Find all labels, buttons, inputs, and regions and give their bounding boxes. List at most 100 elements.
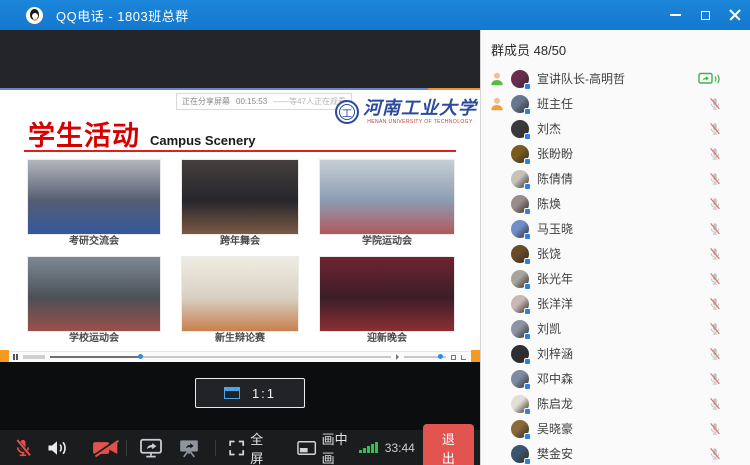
volume-knob[interactable]	[438, 354, 443, 359]
mobile-online-badge	[524, 133, 531, 140]
avatar	[511, 445, 529, 463]
slide-photo: 跨年舞会	[182, 160, 298, 249]
mobile-online-badge	[524, 258, 531, 265]
fullscreen-icon	[228, 439, 245, 457]
photo-grid: 考研交流会 跨年舞会 学院运动会 学校运动会 新生辩论赛 迎新晚会	[28, 160, 454, 346]
role-person-icon	[489, 71, 505, 87]
member-name: 邓中森	[537, 370, 573, 387]
mic-muted-icon[interactable]	[708, 197, 722, 211]
member-row[interactable]: 樊金安	[481, 441, 750, 465]
close-button[interactable]	[720, 0, 750, 30]
screen-sharing-audio-icon	[698, 72, 722, 86]
mic-muted-button[interactable]	[12, 430, 34, 465]
mic-muted-icon[interactable]	[708, 247, 722, 261]
camera-off-button[interactable]	[92, 430, 120, 465]
stage-top-strip	[0, 30, 480, 88]
avatar	[511, 420, 529, 438]
volume-icon[interactable]	[396, 354, 399, 360]
member-row[interactable]: 陈焕	[481, 191, 750, 216]
member-row[interactable]: 邓中森	[481, 366, 750, 391]
mic-muted-icon[interactable]	[708, 147, 722, 161]
window-title: QQ电话 - 1803班总群	[56, 6, 189, 25]
member-row[interactable]: 张盼盼	[481, 141, 750, 166]
window-frame-icon	[224, 387, 240, 399]
seek-bar[interactable]	[50, 356, 392, 358]
signal-bars-icon	[359, 442, 378, 453]
qq-call-window: QQ电话 - 1803班总群 正在分享屏幕 00:15:53 ——等47人正在观…	[0, 0, 750, 465]
whiteboard-icon	[177, 438, 201, 458]
member-row[interactable]: 陈启龙	[481, 391, 750, 416]
member-row[interactable]: 陈倩倩	[481, 166, 750, 191]
member-row[interactable]: 刘梓涵	[481, 341, 750, 366]
mobile-online-badge	[524, 283, 531, 290]
member-row[interactable]: 张光年	[481, 266, 750, 291]
member-row[interactable]: 吴晓豪	[481, 416, 750, 441]
slide-top-border	[0, 88, 480, 90]
member-panel-header: 群成员 48/50	[481, 30, 750, 66]
fullscreen-button[interactable]: 全屏	[228, 430, 275, 465]
mobile-online-badge	[524, 233, 531, 240]
mic-muted-icon[interactable]	[708, 397, 722, 411]
whiteboard-share-button[interactable]	[177, 430, 201, 465]
mobile-online-badge	[524, 358, 531, 365]
slide-title-en: Campus Scenery	[150, 133, 256, 148]
speaker-icon	[46, 438, 68, 458]
maximize-button[interactable]	[690, 0, 720, 30]
member-panel: 群成员 48/50 宣讲队长-高明哲	[480, 30, 750, 465]
player-fullscreen-icon[interactable]	[451, 355, 456, 360]
player-download-icon[interactable]	[461, 355, 466, 360]
mic-muted-icon[interactable]	[708, 122, 722, 136]
member-row[interactable]: 张洋洋	[481, 291, 750, 316]
photo-caption: 迎新晚会	[320, 332, 454, 346]
member-name: 班主任	[537, 95, 573, 112]
speaker-button[interactable]	[46, 430, 68, 465]
photo-caption: 学院运动会	[320, 235, 454, 249]
university-seal-icon: 工	[335, 100, 359, 124]
member-row[interactable]: 刘杰	[481, 116, 750, 141]
ratio-label: 1:1	[252, 386, 276, 401]
member-row[interactable]: 张饶	[481, 241, 750, 266]
slide-photo: 迎新晚会	[320, 257, 454, 346]
mic-muted-icon[interactable]	[708, 97, 722, 111]
pip-button[interactable]: 画中画	[297, 430, 359, 465]
mobile-online-badge	[524, 108, 531, 115]
pause-icon[interactable]	[13, 354, 18, 360]
avatar	[511, 95, 529, 113]
member-name: 陈焕	[537, 195, 561, 212]
mic-muted-icon[interactable]	[708, 447, 722, 461]
mic-muted-icon[interactable]	[708, 347, 722, 361]
member-name: 刘凯	[537, 320, 561, 337]
player-time	[23, 355, 45, 359]
mic-muted-icon[interactable]	[708, 422, 722, 436]
slide-header: 学生活动 Campus Scenery	[28, 114, 256, 153]
mic-muted-icon[interactable]	[708, 297, 722, 311]
mic-muted-icon[interactable]	[708, 172, 722, 186]
photo-image	[28, 257, 160, 331]
member-row[interactable]: 宣讲队长-高明哲	[481, 66, 750, 91]
minimize-button[interactable]	[660, 0, 690, 30]
role-person-icon	[489, 96, 505, 112]
member-row[interactable]: 班主任	[481, 91, 750, 116]
photo-image	[182, 160, 298, 234]
mobile-online-badge	[524, 333, 531, 340]
mic-muted-icon[interactable]	[708, 272, 722, 286]
member-row[interactable]: 刘凯	[481, 316, 750, 341]
screen-share-button[interactable]	[139, 430, 163, 465]
avatar	[511, 120, 529, 138]
mic-muted-icon[interactable]	[708, 222, 722, 236]
photo-image	[320, 257, 454, 331]
mic-muted-icon[interactable]	[708, 322, 722, 336]
avatar	[511, 395, 529, 413]
slide-photo: 考研交流会	[28, 160, 160, 249]
sharing-timer: 00:15:53	[236, 97, 267, 106]
ratio-1-1-button[interactable]: 1:1	[195, 378, 305, 408]
seek-knob[interactable]	[138, 354, 143, 359]
exit-call-button[interactable]: 退出	[423, 424, 474, 465]
member-row[interactable]: 马玉晓	[481, 216, 750, 241]
volume-slider[interactable]	[404, 356, 446, 358]
minimize-icon	[670, 14, 681, 16]
qq-logo-icon	[26, 7, 43, 24]
shared-slide: 正在分享屏幕 00:15:53 ——等47人正在观看 工 河南工业大学 HENA…	[0, 88, 480, 362]
share-frame-corner-right	[471, 350, 480, 362]
mic-muted-icon[interactable]	[708, 372, 722, 386]
